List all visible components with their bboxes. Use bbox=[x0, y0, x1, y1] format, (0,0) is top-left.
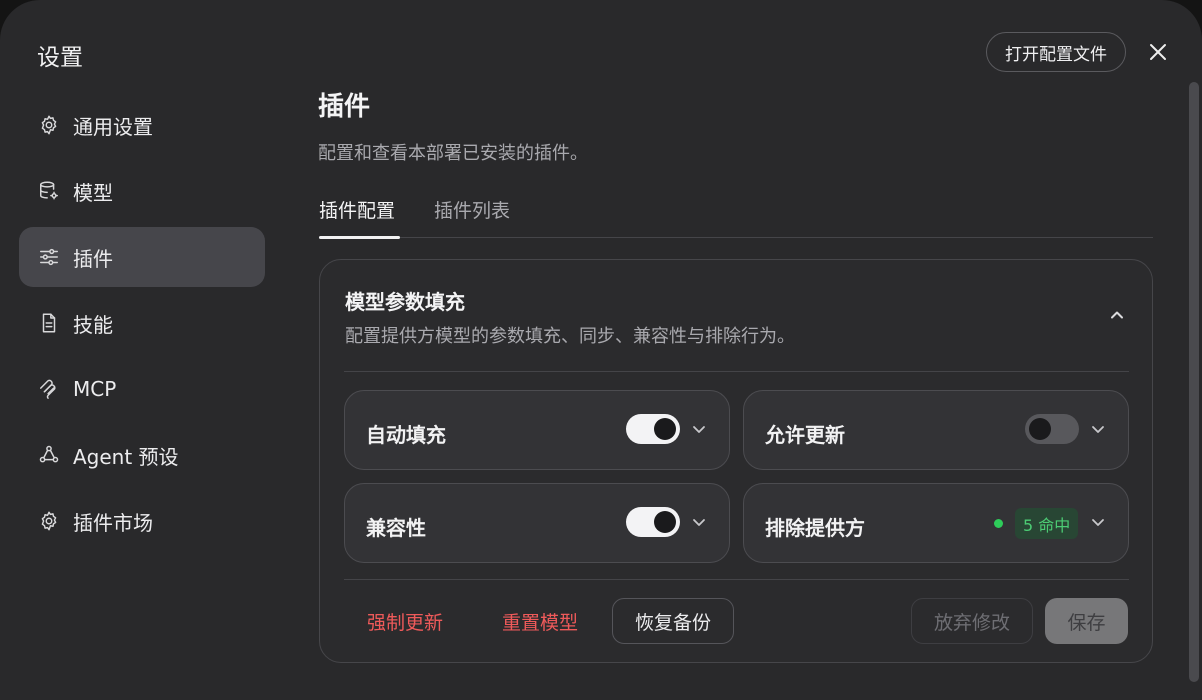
sidebar-item-skills[interactable]: 技能 bbox=[19, 293, 265, 353]
settings-dialog: 设置 打开配置文件 通用设置 模型 插件 技能 MCP Agent 预设 插件市… bbox=[0, 0, 1202, 700]
card-description: 配置提供方模型的参数填充、同步、兼容性与排除行为。 bbox=[345, 326, 795, 347]
chevron-down-icon bbox=[693, 426, 705, 433]
card-title: 模型参数填充 bbox=[345, 290, 465, 314]
tab-plugin-list[interactable]: 插件列表 bbox=[434, 196, 510, 238]
option-auto-fill: 自动填充 bbox=[344, 390, 730, 470]
sidebar-item-label: 模型 bbox=[73, 180, 113, 205]
reset-model-button[interactable]: 重置模型 bbox=[485, 598, 595, 644]
expand-button[interactable] bbox=[691, 514, 707, 530]
open-config-file-button[interactable]: 打开配置文件 bbox=[986, 32, 1126, 72]
compatibility-toggle[interactable] bbox=[626, 507, 680, 537]
dialog-title: 设置 bbox=[37, 45, 83, 71]
document-icon bbox=[37, 311, 61, 335]
tab-bar: 插件配置 插件列表 bbox=[319, 196, 1153, 239]
chevron-down-icon bbox=[1092, 426, 1104, 433]
sidebar-item-label: 插件 bbox=[73, 246, 113, 271]
sidebar-item-plugin-market[interactable]: 插件市场 bbox=[19, 491, 265, 551]
sidebar-item-plugins[interactable]: 插件 bbox=[19, 227, 265, 287]
sliders-icon bbox=[37, 245, 61, 269]
close-button[interactable] bbox=[1144, 38, 1172, 66]
option-label: 排除提供方 bbox=[765, 516, 865, 540]
divider bbox=[344, 371, 1129, 372]
sidebar-item-mcp[interactable]: MCP bbox=[19, 359, 265, 419]
option-label: 自动填充 bbox=[366, 423, 446, 447]
page-description: 配置和查看本部署已安装的插件。 bbox=[318, 143, 588, 164]
sidebar-item-label: Agent 预设 bbox=[73, 444, 179, 469]
chevron-down-icon bbox=[1092, 519, 1104, 526]
sidebar-item-label: MCP bbox=[73, 377, 117, 401]
gear-icon bbox=[37, 113, 61, 137]
option-compatibility: 兼容性 bbox=[344, 483, 730, 563]
divider bbox=[344, 579, 1129, 580]
page-title: 插件 bbox=[318, 92, 371, 122]
mcp-icon bbox=[37, 377, 61, 401]
allow-update-toggle[interactable] bbox=[1025, 414, 1079, 444]
sidebar-item-models[interactable]: 模型 bbox=[19, 161, 265, 221]
discard-changes-button[interactable]: 放弃修改 bbox=[911, 598, 1033, 644]
scrollbar[interactable] bbox=[1189, 82, 1199, 682]
agent-nodes-icon bbox=[37, 443, 61, 467]
expand-button[interactable] bbox=[1090, 514, 1106, 530]
expand-button[interactable] bbox=[1090, 421, 1106, 437]
option-allow-update: 允许更新 bbox=[743, 390, 1129, 470]
plugin-card: 模型参数填充 配置提供方模型的参数填充、同步、兼容性与排除行为。 自动填充 允许… bbox=[319, 259, 1153, 663]
database-gear-icon bbox=[37, 179, 61, 203]
sidebar-item-agent-presets[interactable]: Agent 预设 bbox=[19, 425, 265, 485]
chevron-down-icon bbox=[693, 519, 705, 526]
chevron-up-icon bbox=[1111, 311, 1123, 319]
option-label: 兼容性 bbox=[366, 516, 426, 540]
auto-fill-toggle[interactable] bbox=[626, 414, 680, 444]
expand-button[interactable] bbox=[691, 421, 707, 437]
sidebar-item-label: 技能 bbox=[73, 312, 113, 337]
tab-plugin-config[interactable]: 插件配置 bbox=[319, 196, 401, 239]
save-button[interactable]: 保存 bbox=[1045, 598, 1128, 644]
gear-icon bbox=[37, 509, 61, 533]
sidebar-item-general[interactable]: 通用设置 bbox=[19, 95, 265, 155]
force-update-button[interactable]: 强制更新 bbox=[350, 598, 460, 644]
option-label: 允许更新 bbox=[765, 423, 845, 447]
sidebar-item-label: 通用设置 bbox=[73, 114, 153, 139]
restore-backup-button[interactable]: 恢复备份 bbox=[612, 598, 734, 644]
status-dot bbox=[994, 519, 1003, 528]
option-exclude-providers: 排除提供方 5 命中 bbox=[743, 483, 1129, 563]
sidebar-nav: 通用设置 模型 插件 技能 MCP Agent 预设 插件市场 bbox=[19, 95, 265, 557]
sidebar-item-label: 插件市场 bbox=[73, 510, 153, 535]
hit-count-badge: 5 命中 bbox=[1015, 508, 1079, 539]
collapse-button[interactable] bbox=[1106, 304, 1128, 326]
close-icon bbox=[1150, 44, 1166, 60]
